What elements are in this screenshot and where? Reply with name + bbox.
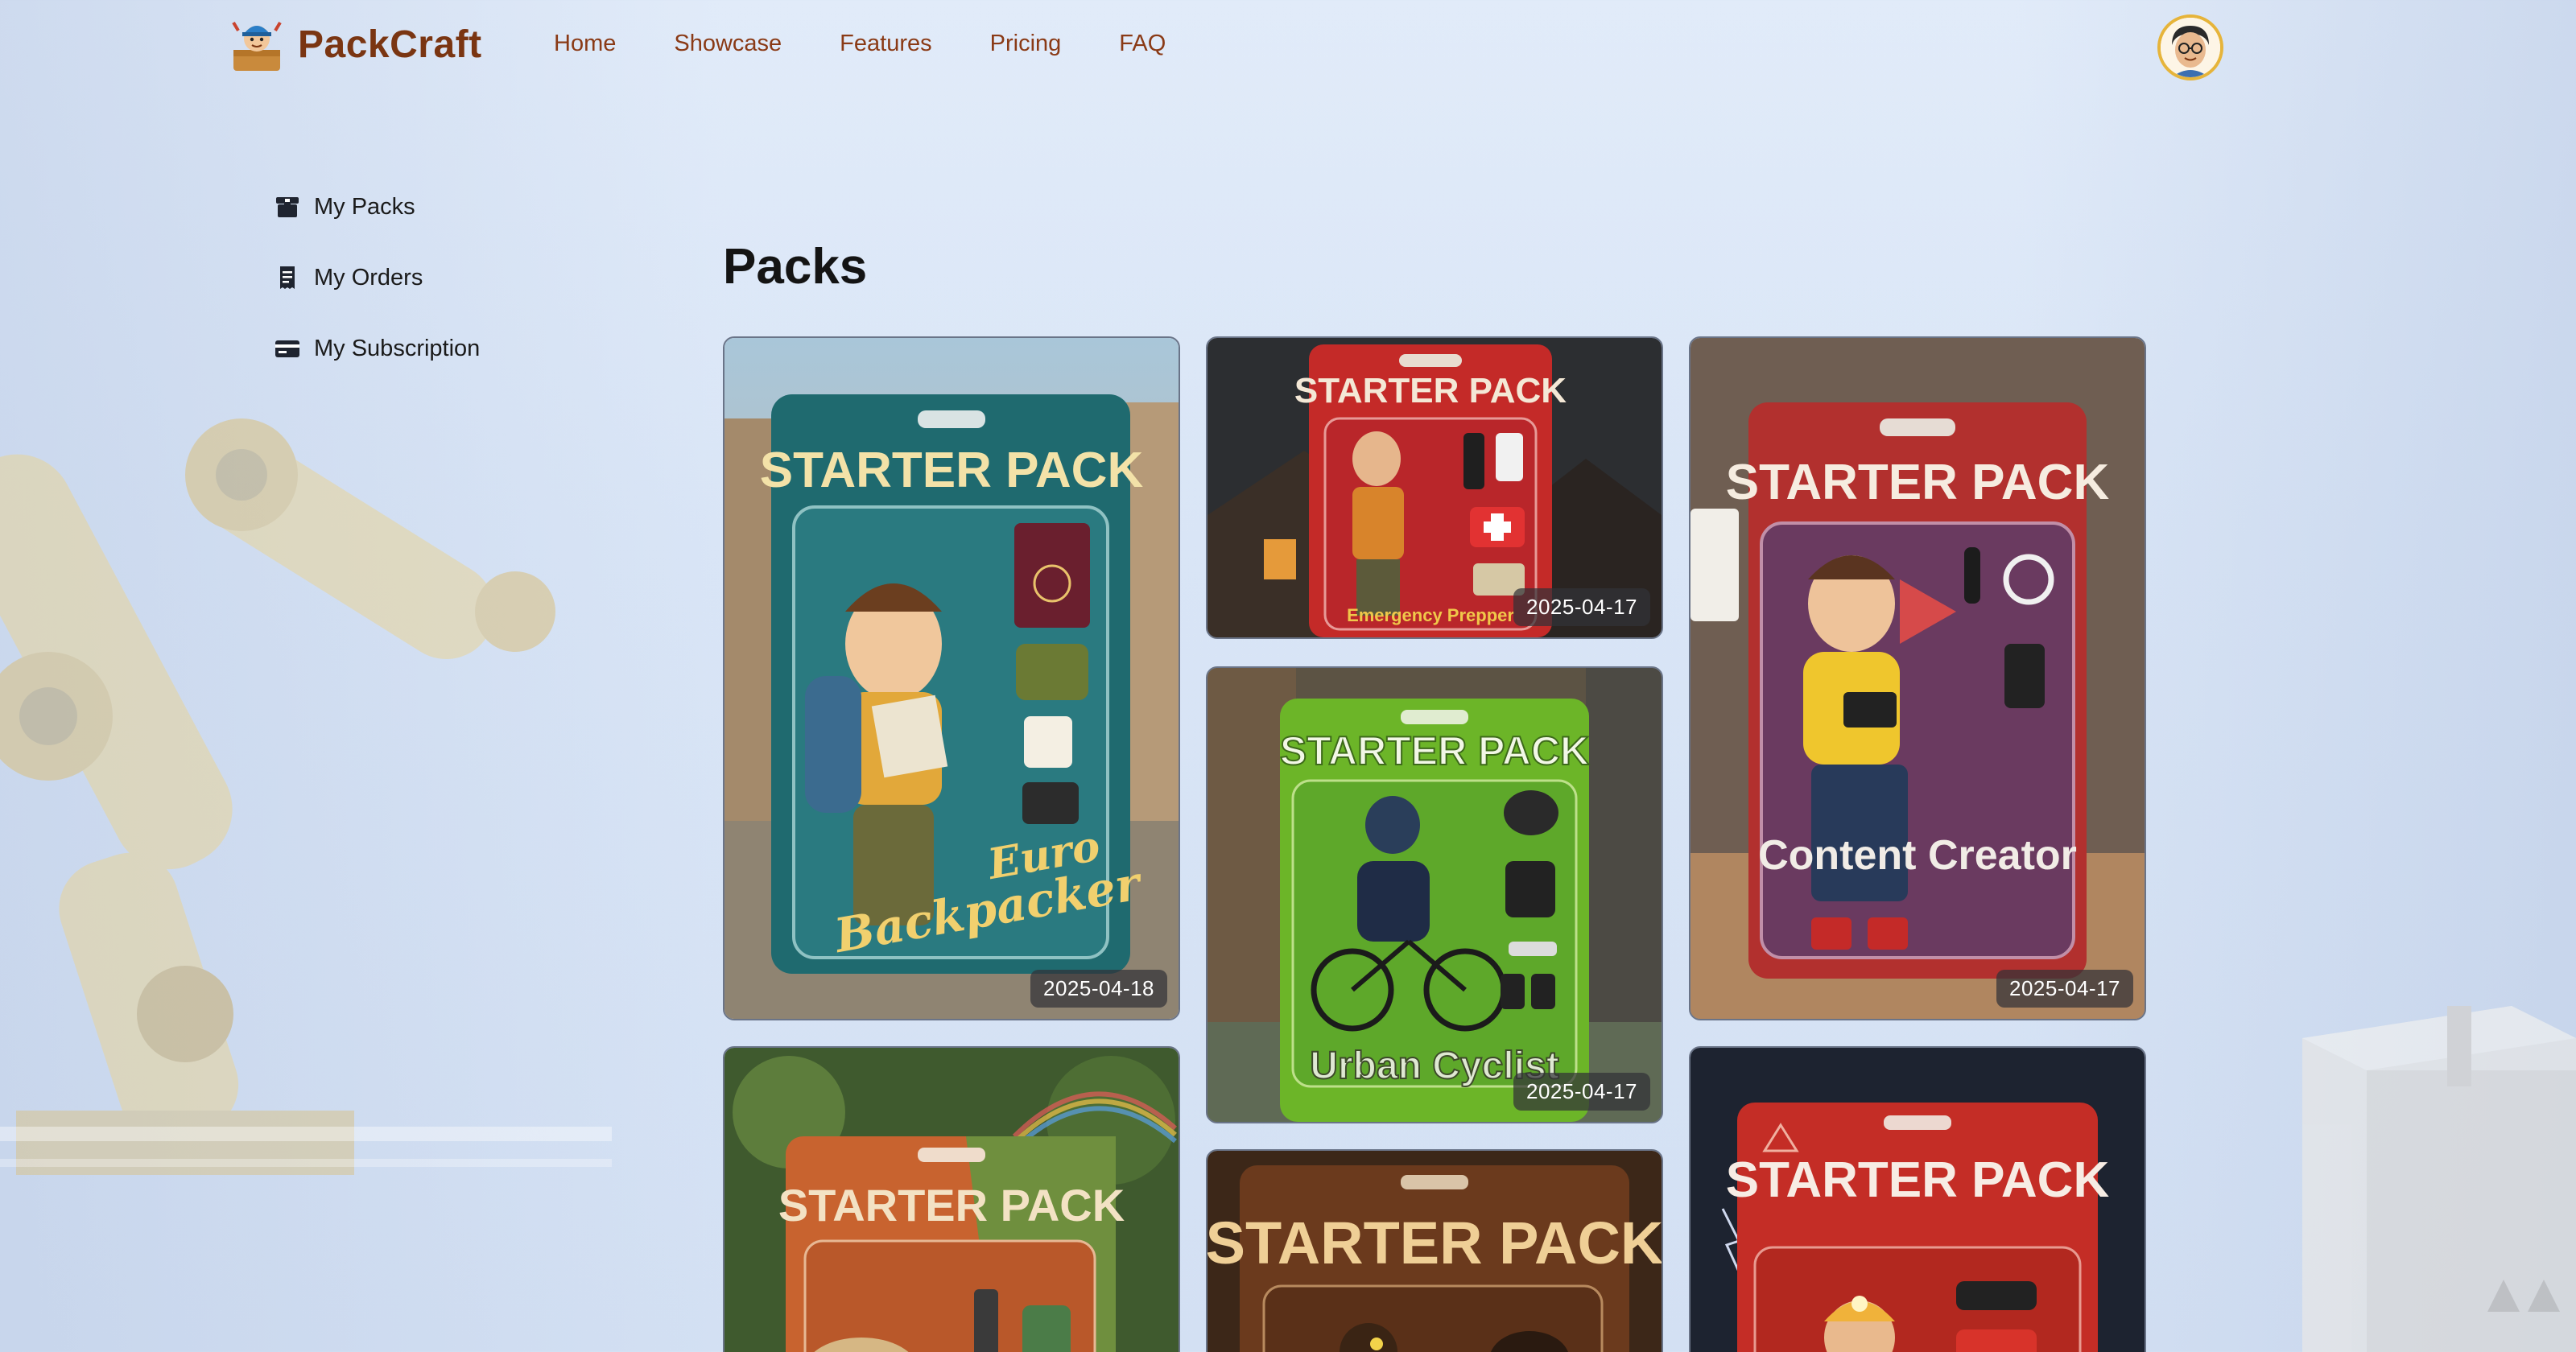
pack-thumbnail: STARTER PACK bbox=[1690, 1048, 2145, 1352]
pack-card-brown[interactable]: STARTER PACK bbox=[1206, 1149, 1663, 1352]
pack-date-badge: 2025-04-18 bbox=[1030, 970, 1167, 1008]
pack-card-storm[interactable]: STARTER PACK bbox=[1689, 1046, 2146, 1352]
brand-logo[interactable]: PackCraft bbox=[229, 14, 482, 74]
sidebar-item-label: My Orders bbox=[314, 264, 423, 291]
main-nav: Home Showcase Features Pricing FAQ bbox=[554, 31, 1224, 57]
pack-date-badge: 2025-04-17 bbox=[1513, 588, 1650, 626]
pack-card-urban-cyclist[interactable]: STARTER PACK Urban Cyclist 2025-04-17 bbox=[1206, 666, 1663, 1123]
top-header: PackCraft Home Showcase Features Pricing… bbox=[0, 0, 2576, 93]
sidebar-item-label: My Packs bbox=[314, 193, 415, 220]
pack-card-content-creator[interactable]: STARTER PACK Content Creator 2025-04-17 bbox=[1689, 336, 2146, 1020]
svg-text:Emergency Prepper: Emergency Prepper bbox=[1347, 605, 1514, 625]
sidebar-item-label: My Subscription bbox=[314, 335, 481, 361]
account-sidebar: My Packs My Orders My Subscription bbox=[274, 187, 480, 399]
page-title: Packs bbox=[723, 239, 868, 295]
pack-thumbnail: STARTER PACK bbox=[724, 1048, 1179, 1352]
sidebar-item-my-orders[interactable]: My Orders bbox=[274, 258, 480, 298]
svg-text:STARTER PACK: STARTER PACK bbox=[1208, 1210, 1662, 1276]
svg-text:STARTER PACK: STARTER PACK bbox=[778, 1180, 1125, 1230]
brand-name: PackCraft bbox=[298, 23, 482, 66]
svg-text:STARTER PACK: STARTER PACK bbox=[1280, 728, 1589, 773]
pack-thumbnail: STARTER PACK Urban Cyclist bbox=[1208, 668, 1662, 1122]
pack-thumbnail: STARTER PACK bbox=[1208, 1151, 1662, 1352]
nav-showcase[interactable]: Showcase bbox=[674, 31, 782, 57]
pack-thumbnail: STARTER PACK Euro Backpacker bbox=[724, 338, 1179, 1019]
nav-pricing[interactable]: Pricing bbox=[990, 31, 1062, 57]
robot-arm-illustration bbox=[0, 418, 612, 1175]
svg-text:STARTER PACK: STARTER PACK bbox=[1726, 455, 2110, 510]
pack-card-emergency-prepper[interactable]: STARTER PACK Emergency Prepper 2025-04-1… bbox=[1206, 336, 1663, 639]
receipt-icon bbox=[280, 266, 295, 289]
cardboard-box-illustration bbox=[2302, 1006, 2576, 1352]
pack-header-text: STARTER PACK bbox=[760, 443, 1144, 498]
svg-text:STARTER PACK: STARTER PACK bbox=[1726, 1152, 2110, 1208]
pack-thumbnail: STARTER PACK Content Creator bbox=[1690, 338, 2145, 1019]
box-icon bbox=[276, 197, 299, 217]
sidebar-item-my-subscription[interactable]: My Subscription bbox=[274, 328, 480, 369]
credit-card-icon bbox=[275, 340, 299, 357]
nav-faq[interactable]: FAQ bbox=[1119, 31, 1166, 57]
sidebar-item-my-packs[interactable]: My Packs bbox=[274, 187, 480, 227]
avatar-face-icon bbox=[2161, 18, 2220, 77]
pack-card-euro-backpacker[interactable]: STARTER PACK Euro Backpacker 2025-04-18 bbox=[723, 336, 1180, 1020]
pack-card-gardener[interactable]: STARTER PACK bbox=[723, 1046, 1180, 1352]
svg-text:Content Creator: Content Creator bbox=[1758, 832, 2077, 879]
pack-date-badge: 2025-04-17 bbox=[1996, 970, 2133, 1008]
nav-features[interactable]: Features bbox=[840, 31, 931, 57]
mascot-logo-icon bbox=[232, 21, 282, 71]
svg-text:STARTER PACK: STARTER PACK bbox=[1294, 371, 1567, 410]
pack-date-badge: 2025-04-17 bbox=[1513, 1073, 1650, 1111]
nav-home[interactable]: Home bbox=[554, 31, 616, 57]
user-avatar[interactable] bbox=[2157, 14, 2223, 80]
